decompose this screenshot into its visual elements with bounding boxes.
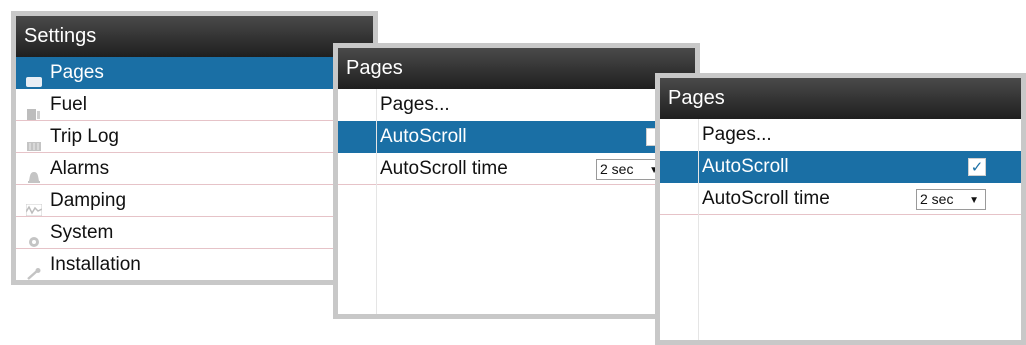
pages-panel-unchecked: Pages Pages... AutoScroll AutoScroll tim… [333,43,700,319]
pages-link[interactable]: Pages... [338,89,695,121]
autoscroll-checkbox[interactable]: ✓ [968,158,986,176]
menu-item-label: Alarms [50,158,110,179]
pages-link-label: Pages... [702,124,772,145]
system-gear-icon [26,227,42,247]
fuel-icon [26,99,42,120]
pages-title: Pages [660,78,1021,119]
autoscroll-label: AutoScroll [702,156,789,177]
menu-item-damping[interactable]: Damping [16,185,373,217]
menu-item-label: Fuel [50,94,87,115]
menu-item-system[interactable]: System [16,217,373,249]
pages-panel-checked: Pages Pages... AutoScroll ✓ AutoScroll t… [655,73,1026,345]
autoscroll-row[interactable]: AutoScroll ✓ [660,151,1021,183]
autoscroll-time-label: AutoScroll time [380,158,508,179]
pages-link[interactable]: Pages... [660,119,1021,151]
menu-item-label: Pages [50,62,104,83]
pages-link-label: Pages... [380,94,450,115]
menu-item-label: Damping [50,190,127,211]
chevron-down-icon: ▼ [969,195,979,206]
panel-divider-line [376,89,377,314]
alarm-bell-icon [26,163,42,183]
settings-panel: Settings Pages Fuel Trip Log Alarms Damp… [11,11,378,285]
trip-log-icon [26,131,42,151]
menu-item-alarms[interactable]: Alarms [16,153,373,185]
menu-item-pages[interactable]: Pages [16,57,373,89]
autoscroll-time-dropdown[interactable]: 2 sec ▼ [916,189,986,210]
menu-item-installation[interactable]: Installation [16,249,373,280]
autoscroll-time-value: 2 sec [600,161,634,177]
autoscroll-label: AutoScroll [380,126,467,147]
autoscroll-time-row: AutoScroll time 2 sec ▼ [660,183,1021,215]
autoscroll-row[interactable]: AutoScroll [338,121,695,153]
autoscroll-time-label: AutoScroll time [702,188,830,209]
menu-item-fuel[interactable]: Fuel [16,89,373,121]
autoscroll-time-row: AutoScroll time 2 sec ▼ [338,153,695,185]
autoscroll-time-value: 2 sec [920,191,954,207]
menu-item-label: Installation [50,254,141,275]
settings-title: Settings [16,16,373,57]
menu-item-trip-log[interactable]: Trip Log [16,121,373,153]
damping-icon [25,195,43,217]
menu-item-label: System [50,222,114,243]
menu-item-label: Trip Log [50,126,119,147]
panel-divider-line [698,119,699,340]
pages-icon [26,67,42,87]
wrench-icon [26,259,42,280]
checkmark-icon: ✓ [970,159,984,176]
pages-title: Pages [338,48,695,89]
